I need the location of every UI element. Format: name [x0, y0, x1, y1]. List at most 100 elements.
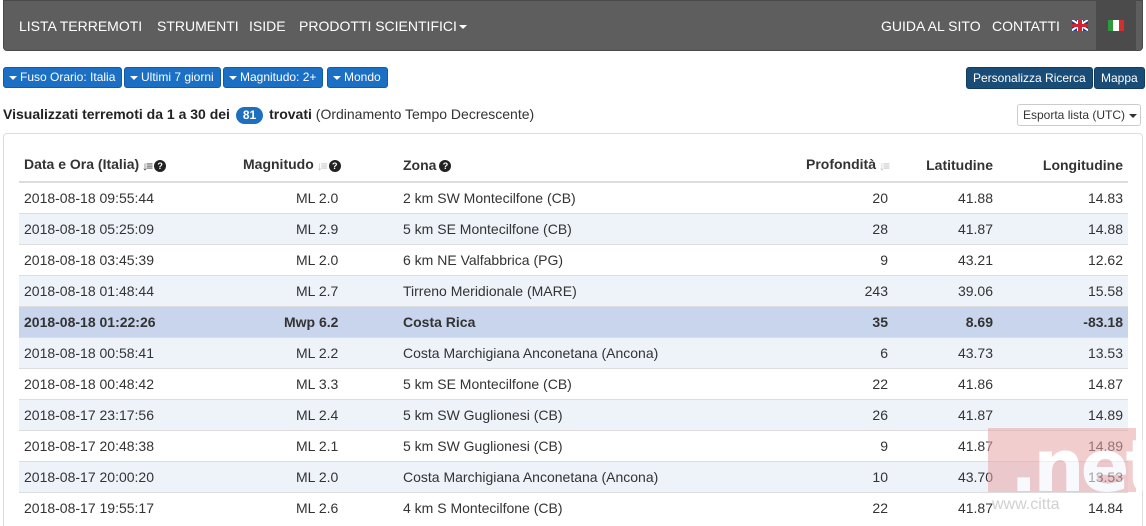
cell-latitude: 41.88	[893, 181, 998, 213]
nav-contatti[interactable]: CONTATTI	[992, 18, 1060, 34]
cell-datetime[interactable]: 2018-08-18 00:48:42	[19, 367, 238, 399]
export-list-label: Esporta lista (UTC)	[1023, 108, 1126, 122]
header-depth[interactable]: Profondità ↓≡	[748, 148, 893, 183]
cell-latitude: 41.87	[893, 491, 998, 523]
cell-longitude: 15.58	[998, 274, 1128, 306]
cell-zone: 5 km SW Guglionesi (CB)	[398, 429, 748, 461]
cell-depth: 20	[748, 181, 893, 213]
cell-longitude: -83.18	[998, 305, 1128, 337]
cell-magnitude: ML 2.6	[238, 491, 398, 523]
cell-magnitude: Mwp 6.2	[238, 305, 398, 337]
cell-magnitude: ML 2.2	[238, 336, 398, 368]
chevron-down-icon	[458, 25, 467, 30]
info-icon[interactable]: ?	[439, 159, 452, 172]
cell-datetime[interactable]: 2018-08-17 20:00:20	[19, 460, 238, 492]
cell-datetime[interactable]: 2018-08-18 00:58:41	[19, 336, 238, 368]
chevron-down-icon	[229, 75, 237, 80]
cell-datetime[interactable]: 2018-08-18 01:22:26	[19, 305, 238, 337]
cell-depth: 243	[748, 274, 893, 306]
info-icon[interactable]: ?	[154, 159, 167, 172]
map-button[interactable]: Mappa	[1094, 67, 1145, 89]
table-row[interactable]: 2018-08-18 03:45:39 ML 2.0 6 km NE Valfabb…	[19, 243, 1128, 275]
table-row[interactable]: 2018-08-17 20:00:20 ML 2.0 Costa Marchigia…	[19, 460, 1128, 492]
cell-zone: Tirreno Meridionale (MARE)	[398, 274, 748, 306]
uk-flag-icon[interactable]	[1072, 20, 1088, 31]
nav-prodotti-scientifici[interactable]: PRODOTTI SCIENTIFICI	[299, 18, 467, 34]
cell-magnitude: ML 3.3	[238, 367, 398, 399]
timezone-filter-button[interactable]: Fuso Orario: Italia	[3, 67, 123, 88]
cell-zone: 5 km SE Montecilfone (CB)	[398, 367, 748, 399]
cell-latitude: 39.06	[893, 274, 998, 306]
cell-latitude: 43.70	[893, 460, 998, 492]
cell-zone: Costa Marchigiana Anconetana (Ancona)	[398, 460, 748, 492]
table-row[interactable]: 2018-08-18 01:22:26 Mwp 6.2 Costa Rica 35 8.…	[19, 305, 1128, 337]
sort-order-text: (Ordinamento Tempo Decrescente)	[315, 106, 535, 122]
period-filter-label: Ultimi 7 giorni	[141, 70, 214, 84]
summary-suffix: trovati	[269, 106, 312, 122]
chevron-down-icon	[9, 75, 17, 80]
cell-zone: 5 km SE Montecilfone (CB)	[398, 212, 748, 244]
cell-latitude: 41.87	[893, 398, 998, 430]
watermark-url: www.citta	[992, 496, 1060, 513]
table-row[interactable]: 2018-08-17 20:48:38 ML 2.1 5 km SW Guglion…	[19, 429, 1128, 461]
cell-magnitude: ML 2.7	[238, 274, 398, 306]
header-datetime[interactable]: Data e Ora (Italia) ↓≡?	[19, 148, 238, 183]
cell-datetime[interactable]: 2018-08-17 20:48:38	[19, 429, 238, 461]
cell-magnitude: ML 2.0	[238, 460, 398, 492]
table-row[interactable]: 2018-08-17 23:17:56 ML 2.4 5 km SW Guglion…	[19, 398, 1128, 430]
header-datetime-label: Data e Ora (Italia)	[24, 156, 140, 173]
cell-latitude: 43.21	[893, 243, 998, 275]
sort-icon[interactable]: ↓≡	[317, 159, 328, 173]
sort-icon[interactable]: ↓≡	[879, 159, 890, 173]
export-list-dropdown[interactable]: Esporta lista (UTC)	[1017, 104, 1141, 126]
cell-zone: Costa Rica	[398, 305, 748, 337]
cell-datetime[interactable]: 2018-08-17 19:55:17	[19, 491, 238, 523]
region-filter-label: Mondo	[344, 70, 381, 84]
cell-longitude: 13.53	[998, 336, 1128, 368]
period-filter-button[interactable]: Ultimi 7 giorni	[124, 67, 221, 88]
cell-depth: 22	[748, 367, 893, 399]
header-zone: Zona?	[398, 148, 748, 183]
cell-magnitude: ML 2.9	[238, 212, 398, 244]
cell-depth: 9	[748, 243, 893, 275]
table-header-row: Data e Ora (Italia) ↓≡? Magnitudo ↓≡? Zona…	[19, 148, 1128, 183]
timezone-filter-label: Fuso Orario: Italia	[20, 70, 116, 84]
cell-datetime[interactable]: 2018-08-18 01:48:44	[19, 274, 238, 306]
magnitude-filter-button[interactable]: Magnitudo: 2+	[223, 67, 324, 88]
nav-iside[interactable]: ISIDE	[249, 18, 286, 34]
cell-datetime[interactable]: 2018-08-17 23:17:56	[19, 398, 238, 430]
nav-strumenti[interactable]: STRUMENTI	[157, 18, 239, 34]
nav-guida-al-sito[interactable]: GUIDA AL SITO	[881, 18, 981, 34]
region-filter-button[interactable]: Mondo	[327, 67, 388, 88]
cell-zone: 6 km NE Valfabbrica (PG)	[398, 243, 748, 275]
header-magnitude[interactable]: Magnitudo ↓≡?	[238, 148, 398, 183]
cell-magnitude: ML 2.1	[238, 429, 398, 461]
table-row[interactable]: 2018-08-18 00:48:42 ML 3.3 5 km SE Monteci…	[19, 367, 1128, 399]
cell-depth: 26	[748, 398, 893, 430]
cell-latitude: 41.87	[893, 212, 998, 244]
cell-datetime[interactable]: 2018-08-18 03:45:39	[19, 243, 238, 275]
magnitude-filter-label: Magnitudo: 2+	[240, 70, 317, 84]
cell-magnitude: ML 2.0	[238, 181, 398, 213]
results-summary: Visualizzati terremoti da 1 a 30 dei 81 …	[3, 106, 534, 124]
header-longitude: Longitudine	[998, 148, 1128, 183]
table-row[interactable]: 2018-08-17 19:55:17 ML 2.6 4 km S Montecil…	[19, 491, 1128, 523]
chevron-down-icon	[333, 75, 341, 80]
table-row[interactable]: 2018-08-18 00:58:41 ML 2.2 Costa Marchigia…	[19, 336, 1128, 368]
table-row[interactable]: 2018-08-18 05:25:09 ML 2.9 5 km SE Monteci…	[19, 212, 1128, 244]
italy-flag-icon[interactable]	[1108, 20, 1124, 31]
table-row[interactable]: 2018-08-18 09:55:44 ML 2.0 2 km SW Monteci…	[19, 181, 1128, 213]
cell-longitude: 14.83	[998, 181, 1128, 213]
cell-depth: 28	[748, 212, 893, 244]
table-row[interactable]: 2018-08-18 01:48:44 ML 2.7 Tirreno Meridio…	[19, 274, 1128, 306]
customize-search-button[interactable]: Personalizza Ricerca	[966, 67, 1093, 89]
cell-depth: 10	[748, 460, 893, 492]
cell-zone: 2 km SW Montecilfone (CB)	[398, 181, 748, 213]
nav-lista-terremoti[interactable]: LISTA TERREMOTI	[19, 18, 142, 34]
sort-desc-icon[interactable]: ↓≡	[142, 159, 153, 173]
info-icon[interactable]: ?	[328, 159, 341, 172]
header-latitude: Latitudine	[893, 148, 998, 183]
cell-longitude: 14.87	[998, 367, 1128, 399]
cell-datetime[interactable]: 2018-08-18 09:55:44	[19, 181, 238, 213]
cell-datetime[interactable]: 2018-08-18 05:25:09	[19, 212, 238, 244]
